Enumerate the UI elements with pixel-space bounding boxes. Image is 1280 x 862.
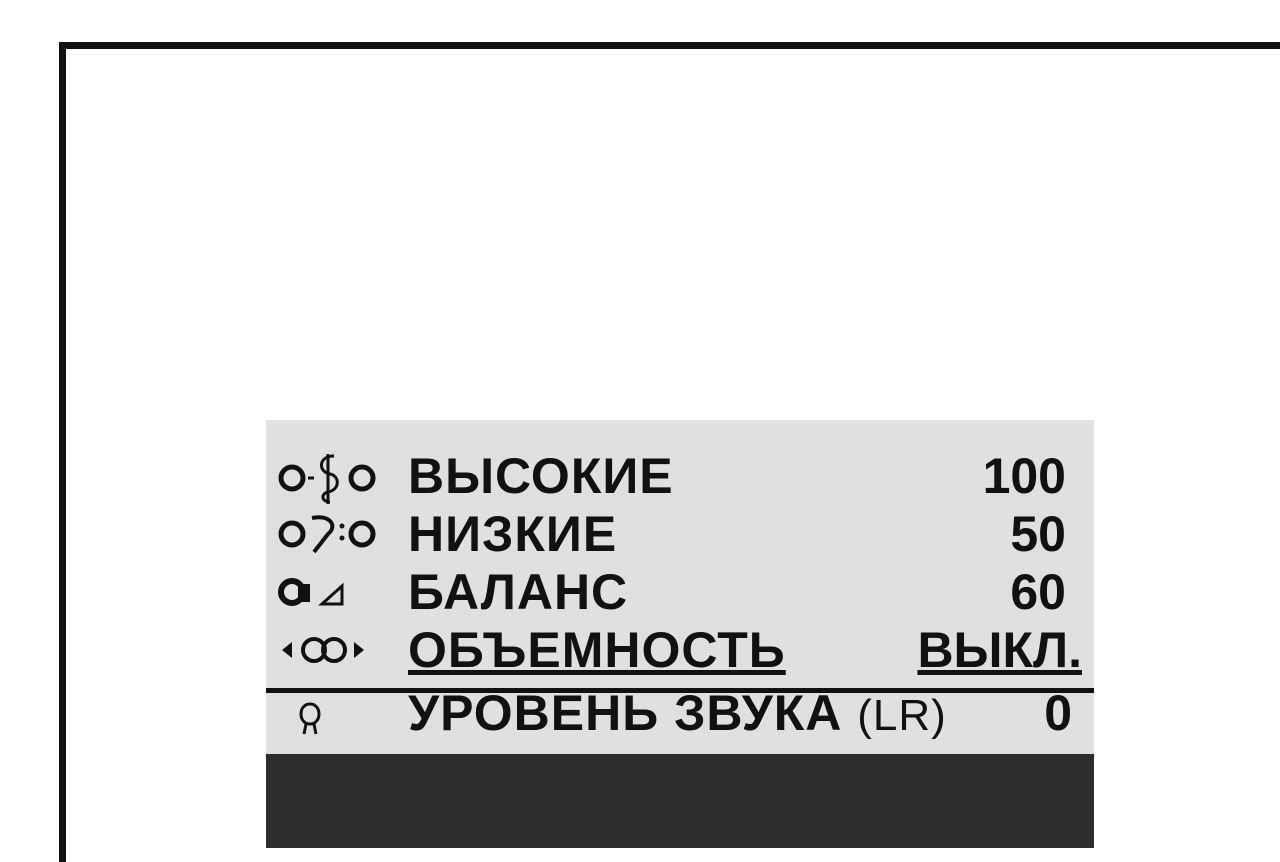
surround-value: ВЫКЛ. [917, 622, 1082, 678]
treble-value: 100 [982, 448, 1066, 504]
menu-item-surround[interactable]: ОБЪЕМНОСТЬ ВЫКЛ. [266, 622, 1094, 678]
screen: ВЫСОКИЕ 100 НИЗКИЕ 50 БАЛАНС 60 ОБЪЕМНОС… [0, 0, 1280, 862]
sound-level-value: 0 [1044, 690, 1072, 741]
surround-icon [278, 622, 398, 678]
lr-badge: (LR) [857, 691, 947, 740]
bass-label: НИЗКИЕ [408, 506, 618, 562]
balance-value: 60 [1010, 564, 1066, 620]
balance-icon [278, 564, 398, 620]
menu-item-bass[interactable]: НИЗКИЕ 50 [266, 506, 1094, 562]
surround-label: ОБЪЕМНОСТЬ [408, 622, 786, 678]
balance-label: БАЛАНС [408, 564, 629, 620]
menu-item-balance[interactable]: БАЛАНС 60 [266, 564, 1094, 620]
sound-settings-menu: ВЫСОКИЕ 100 НИЗКИЕ 50 БАЛАНС 60 ОБЪЕМНОС… [266, 420, 1094, 848]
treble-label: ВЫСОКИЕ [408, 448, 674, 504]
menu-item-treble[interactable]: ВЫСОКИЕ 100 [266, 448, 1094, 504]
sound-level-label: УРОВЕНЬ ЗВУКА (LR) [408, 690, 947, 741]
bass-icon [278, 506, 398, 562]
menu-bottom-band [266, 754, 1094, 848]
treble-icon [278, 448, 398, 504]
sound-level-icon [278, 690, 398, 736]
menu-item-sound-level[interactable]: УРОВЕНЬ ЗВУКА (LR) 0 [266, 690, 1094, 746]
bass-value: 50 [1010, 506, 1066, 562]
